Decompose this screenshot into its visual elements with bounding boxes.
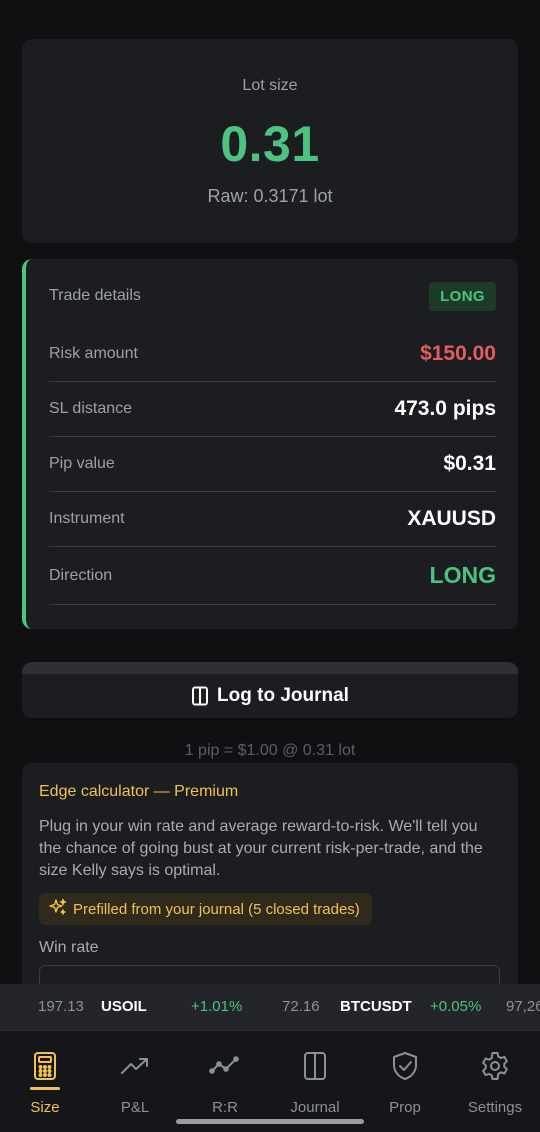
lot-size-card: Lot size 0.31 Raw: 0.3171 lot [22, 39, 518, 243]
nav-label: Journal [290, 1099, 340, 1116]
nav-item-settings[interactable]: Settings [450, 1031, 540, 1132]
sparkles-icon [49, 898, 67, 920]
lot-size-value: 0.31 [220, 116, 320, 172]
nav-item-prop[interactable]: Prop [360, 1031, 450, 1132]
trend-up-icon [90, 1051, 180, 1083]
row-sl-distance: SL distance 473.0 pips [49, 382, 496, 437]
row-label: Pip value [49, 455, 115, 472]
sl-distance-value: 473.0 pips [394, 397, 496, 420]
row-label: SL distance [49, 400, 133, 417]
trade-details-title: Trade details [49, 287, 141, 304]
risk-amount-value: $150.00 [420, 342, 496, 365]
active-indicator [30, 1087, 60, 1090]
row-direction: Direction LONG [49, 547, 496, 605]
nav-label: Prop [389, 1099, 421, 1116]
log-to-journal-button[interactable]: Log to Journal [22, 662, 518, 718]
row-label: Direction [49, 566, 113, 584]
ticker-price: 197.13 [38, 998, 84, 1015]
trade-details-rows: Risk amount $150.00 SL distance 473.0 pi… [49, 327, 496, 605]
nav-item-rr[interactable]: R:R [180, 1031, 270, 1132]
shield-check-icon [360, 1051, 450, 1083]
price-ticker: 197.13 USOIL +1.01% 72.16 BTCUSDT +0.05%… [0, 984, 540, 1030]
ticker-price: 72.16 [282, 998, 320, 1015]
nav-label: R:R [212, 1099, 238, 1116]
nav-item-size[interactable]: Size [0, 1031, 90, 1132]
calculator-icon [0, 1051, 90, 1083]
instrument-value: XAUUSD [407, 507, 496, 530]
chart-line-icon [180, 1051, 270, 1083]
direction-badge: LONG [429, 281, 496, 311]
ticker-change: +1.01% [191, 998, 243, 1015]
bottom-nav: Size P&L R:R Journal Prop Settings [0, 1030, 540, 1132]
trade-details-card: Trade details LONG Risk amount $150.00 S… [22, 259, 518, 629]
row-pip-value: Pip value $0.31 [49, 437, 496, 492]
nav-item-pnl[interactable]: P&L [90, 1031, 180, 1132]
log-to-journal-label: Log to Journal [217, 685, 349, 706]
win-rate-label: Win rate [39, 939, 99, 956]
nav-label: Size [30, 1099, 60, 1116]
direction-value: LONG [429, 562, 496, 588]
screen: Lot size 0.31 Raw: 0.3171 lot Trade deta… [0, 0, 540, 1132]
row-risk-amount: Risk amount $150.00 [49, 327, 496, 382]
prefill-banner: Prefilled from your journal (5 closed tr… [39, 893, 372, 925]
trade-details-header: Trade details LONG [49, 281, 496, 311]
nav-label: Settings [467, 1099, 523, 1116]
lot-size-label: Lot size [242, 77, 298, 94]
edge-calculator-description: Plug in your win rate and average reward… [39, 818, 483, 879]
pip-note: 1 pip = $1.00 @ 0.31 lot [184, 742, 356, 759]
edge-calculator-title: Edge calculator — Premium [39, 783, 239, 800]
nav-item-journal[interactable]: Journal [270, 1031, 360, 1132]
prefill-text: Prefilled from your journal (5 closed tr… [73, 900, 360, 918]
ticker-symbol: USOIL [101, 998, 147, 1015]
gear-icon [450, 1051, 540, 1083]
row-instrument: Instrument XAUUSD [49, 492, 496, 547]
row-label: Risk amount [49, 345, 138, 362]
home-indicator[interactable] [176, 1119, 364, 1124]
row-label: Instrument [49, 510, 125, 527]
nav-label: P&L [120, 1099, 150, 1116]
book-icon [270, 1051, 360, 1083]
ticker-symbol: BTCUSDT [340, 998, 412, 1015]
lot-size-raw: Raw: 0.3171 lot [207, 186, 333, 206]
pip-value-value: $0.31 [443, 452, 496, 475]
ticker-change: +0.05% [430, 998, 482, 1015]
book-icon [191, 686, 209, 706]
ticker-price: 97,26 [506, 998, 540, 1015]
